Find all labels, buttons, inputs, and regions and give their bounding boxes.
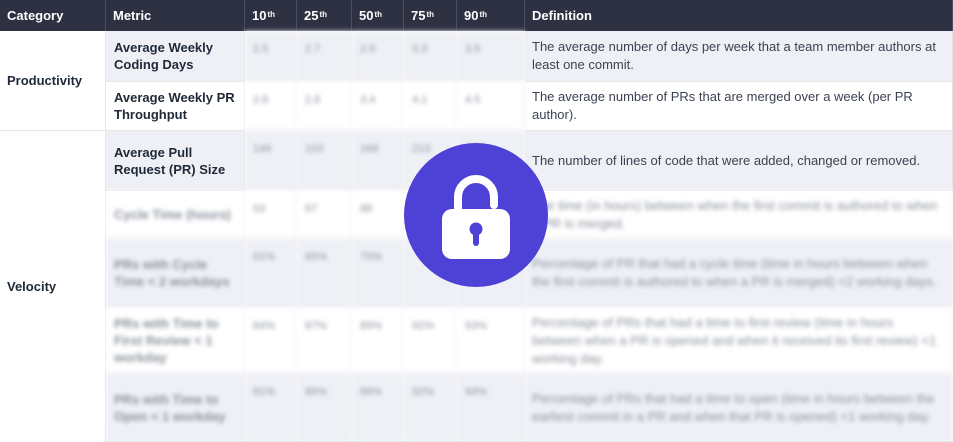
table-row-metric: Cycle Time (hours): [106, 191, 245, 239]
category-velocity: Velocity: [0, 131, 106, 442]
table-cell-p90: 4.5: [457, 82, 525, 131]
table-cell-p75: 92%: [404, 308, 457, 374]
unlock-overlay-button[interactable]: [404, 143, 548, 287]
table-cell-p75: 92%: [404, 374, 457, 442]
header-p10: 10th: [245, 0, 297, 31]
table-cell-p50: 2.9: [352, 31, 404, 82]
table-cell-p25: 67: [297, 191, 352, 239]
lock-icon: [442, 175, 510, 259]
table-row-metric: Average Weekly Coding Days: [106, 31, 245, 82]
table-cell-p90: 93%: [457, 308, 525, 374]
table-row-definition: Percentage of PRs that had a time to fir…: [525, 308, 953, 374]
header-p90: 90th: [457, 0, 525, 31]
table-cell-p25: 65%: [297, 239, 352, 308]
table-row-definition: Percentage of PR that had a cycle time (…: [525, 239, 953, 308]
table-cell-p75: 3.3: [404, 31, 457, 82]
table-cell-p90: 3.5: [457, 31, 525, 82]
table-cell-p10: 84%: [245, 308, 297, 374]
table-cell-p50: 70%: [352, 239, 404, 308]
table-row-definition: The number of lines of code that were ad…: [525, 131, 953, 191]
table-cell-p25: 2.8: [297, 82, 352, 131]
table-cell-p90: 94%: [457, 374, 525, 442]
table-cell-p10: 53: [245, 191, 297, 239]
table-cell-p50: 3.4: [352, 82, 404, 131]
header-p50: 50th: [352, 0, 404, 31]
table-cell-p50: 89%: [352, 374, 404, 442]
table-row-definition: The time (in hours) between when the fir…: [525, 191, 953, 239]
table-cell-p50: 168: [352, 131, 404, 191]
table-cell-p25: 87%: [297, 308, 352, 374]
table-row-metric: Average Weekly PR Throughput: [106, 82, 245, 131]
table-cell-p10: 61%: [245, 239, 297, 308]
table-cell-p25: 86%: [297, 374, 352, 442]
table-cell-p10: 81%: [245, 374, 297, 442]
header-p75: 75th: [404, 0, 457, 31]
header-p25: 25th: [297, 0, 352, 31]
table-cell-p75: 4.1: [404, 82, 457, 131]
table-row-metric: PRs with Time to First Review < 1 workda…: [106, 308, 245, 374]
table-row-definition: The average number of days per week that…: [525, 31, 953, 82]
table-row-definition: Percentage of PRs that had a time to ope…: [525, 374, 953, 442]
table-row-metric: PRs with Cycle Time < 2 workdays: [106, 239, 245, 308]
table-cell-p10: 149: [245, 131, 297, 191]
table-cell-p10: 2.8: [245, 82, 297, 131]
table-cell-p50: 88: [352, 191, 404, 239]
table-cell-p25: 103: [297, 131, 352, 191]
header-category: Category: [0, 0, 106, 31]
table-cell-p25: 2.7: [297, 31, 352, 82]
table-row-metric: Average Pull Request (PR) Size: [106, 131, 245, 191]
header-definition: Definition: [525, 0, 953, 31]
table-cell-p50: 89%: [352, 308, 404, 374]
table-row-definition: The average number of PRs that are merge…: [525, 82, 953, 131]
category-productivity: Productivity: [0, 31, 106, 131]
table-cell-p10: 2.5: [245, 31, 297, 82]
header-metric: Metric: [106, 0, 245, 31]
table-row-metric: PRs with Time to Open < 1 workday: [106, 374, 245, 442]
